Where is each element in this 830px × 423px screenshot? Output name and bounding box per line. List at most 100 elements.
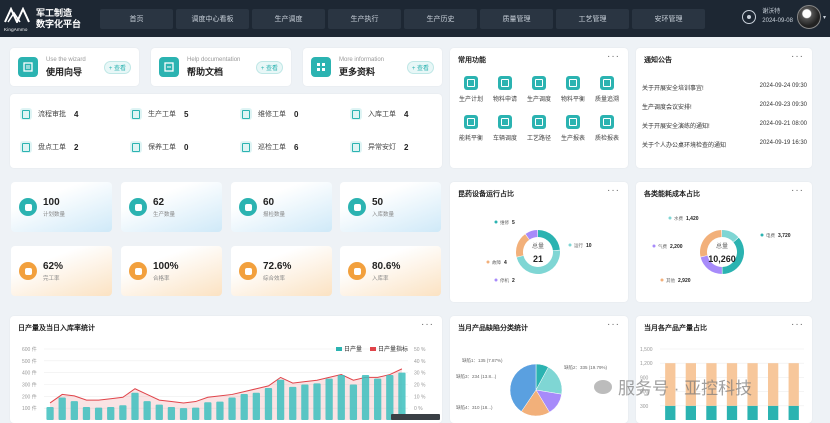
output-bar[interactable] xyxy=(58,397,66,420)
avatar[interactable] xyxy=(796,5,821,29)
output-bar[interactable] xyxy=(301,384,309,421)
output-bar[interactable] xyxy=(349,384,358,421)
output-bar[interactable] xyxy=(361,375,370,420)
help-subtitle: Help documentation xyxy=(187,56,241,63)
output-bar[interactable] xyxy=(107,406,115,420)
product-bar-segment[interactable] xyxy=(747,405,758,420)
y-tick-right: 30 % xyxy=(414,371,426,377)
output-bar[interactable] xyxy=(70,401,78,420)
product-bar-segment[interactable] xyxy=(726,405,738,420)
more-info-card[interactable]: More information 更多资料 + 查看 xyxy=(303,48,442,86)
output-bar[interactable] xyxy=(398,372,406,420)
donut-slice[interactable] xyxy=(722,230,739,242)
output-bar[interactable] xyxy=(276,379,285,420)
output-bar[interactable] xyxy=(204,402,212,420)
product-bar-segment[interactable] xyxy=(788,363,799,406)
help-view-button[interactable]: + 查看 xyxy=(255,60,283,74)
product-bar-segment[interactable] xyxy=(665,405,676,420)
work-order-label: 保养工单 xyxy=(148,144,176,151)
document-icon xyxy=(350,141,362,153)
output-bar[interactable] xyxy=(325,378,333,420)
legend-dot xyxy=(494,220,498,224)
y-tick: 1,500 xyxy=(640,347,653,353)
work-order-item[interactable]: 入库工单 4 xyxy=(350,108,408,120)
function-material-request[interactable]: 物料申请 xyxy=(488,76,522,103)
output-bar[interactable] xyxy=(82,406,91,420)
work-order-item[interactable]: 维修工单 0 xyxy=(240,108,298,120)
notice-item[interactable]: 关于开展安全培训事宜! 2024-09-24 09:30 xyxy=(642,83,807,92)
product-bar-segment[interactable] xyxy=(788,405,799,420)
nav-production-history[interactable]: 生产历史 xyxy=(404,8,477,29)
output-bar[interactable] xyxy=(94,407,103,420)
function-production-plan[interactable]: 生产计划 xyxy=(454,76,488,103)
output-bar[interactable] xyxy=(131,392,139,420)
function-label: 物料平衡 xyxy=(560,97,585,103)
nav-dispatch-board[interactable]: 调度中心看板 xyxy=(176,8,249,29)
function-production-report[interactable]: 生产报表 xyxy=(556,115,590,142)
work-order-item[interactable]: 生产工单 5 xyxy=(130,108,188,120)
user-icon[interactable] xyxy=(742,10,757,24)
product-share-chart: 1,5001,200900600300 xyxy=(640,347,804,420)
work-order-item[interactable]: 保养工单 0 xyxy=(130,141,188,153)
legend-swatch xyxy=(336,347,342,351)
slice-label: 水费 xyxy=(674,215,683,222)
document-icon xyxy=(130,141,142,153)
function-label: 生产计划 xyxy=(458,97,483,103)
output-bar[interactable] xyxy=(252,392,260,420)
product-bar-segment[interactable] xyxy=(685,405,696,420)
output-bar[interactable] xyxy=(337,375,345,420)
stat-value: 80.6% xyxy=(372,260,401,272)
output-bar[interactable] xyxy=(228,397,236,420)
wizard-view-button[interactable]: + 查看 xyxy=(103,60,131,74)
y-tick-right: 0 % xyxy=(414,406,423,412)
notice-date: 2024-09-21 08:00 xyxy=(759,121,807,127)
output-bar[interactable] xyxy=(179,408,188,420)
function-inspection-report[interactable]: 质检报表 xyxy=(590,115,624,142)
product-bar-segment[interactable] xyxy=(768,363,779,406)
nav-production-scheduling[interactable]: 生产调度 xyxy=(252,8,325,29)
notice-item[interactable]: 关于开展安全演练的通知! 2024-09-21 08:00 xyxy=(642,121,807,130)
nav-safety[interactable]: 安环管理 xyxy=(632,8,705,29)
output-bar[interactable] xyxy=(216,401,224,420)
help-card[interactable]: Help documentation 帮助文档 + 查看 xyxy=(151,48,291,86)
product-bar-segment[interactable] xyxy=(768,405,779,420)
work-order-item[interactable]: 流程审批 4 xyxy=(20,108,78,120)
horizontal-scrollbar[interactable] xyxy=(391,414,440,420)
work-order-item[interactable]: 盘点工单 2 xyxy=(20,141,78,153)
function-process-route[interactable]: 工艺路径 xyxy=(522,115,556,142)
work-order-item[interactable]: 异常安灯 2 xyxy=(350,141,408,153)
nav-production-execution[interactable]: 生产执行 xyxy=(328,8,401,29)
output-bar[interactable] xyxy=(289,386,297,420)
notice-item[interactable]: 关于个人办公桌环境检查的通知 2024-09-19 16:30 xyxy=(642,140,807,149)
function-icon xyxy=(532,115,546,129)
nav-home[interactable]: 首页 xyxy=(100,8,173,29)
output-bar[interactable] xyxy=(46,406,54,420)
function-energy-balance[interactable]: 能耗平衡 xyxy=(454,115,488,142)
work-order-item[interactable]: 巡检工单 6 xyxy=(240,141,298,153)
legend-dot xyxy=(668,216,672,220)
output-bar[interactable] xyxy=(374,378,382,420)
output-bar[interactable] xyxy=(240,393,248,420)
output-bar[interactable] xyxy=(192,407,200,420)
chevron-down-icon[interactable]: ▾ xyxy=(823,14,826,21)
stat-label: 报检数量 xyxy=(263,211,286,218)
output-bar[interactable] xyxy=(155,404,163,420)
nav-process[interactable]: 工艺管理 xyxy=(556,8,629,29)
output-bar[interactable] xyxy=(119,405,127,420)
output-bar[interactable] xyxy=(167,406,176,420)
output-bar[interactable] xyxy=(313,383,321,420)
output-bar[interactable] xyxy=(143,401,151,420)
product-bar-segment[interactable] xyxy=(706,405,717,420)
function-vehicle-dispatch[interactable]: 车辆调度 xyxy=(488,115,522,142)
nav-quality[interactable]: 质量管理 xyxy=(480,8,553,29)
function-material-balance[interactable]: 物料平衡 xyxy=(556,76,590,103)
notice-item[interactable]: 生产调度会议安排! 2024-09-23 09:30 xyxy=(642,102,807,111)
donut-slice[interactable] xyxy=(516,234,530,257)
output-bar[interactable] xyxy=(264,388,273,420)
function-quality-trace[interactable]: 质量追溯 xyxy=(590,76,624,103)
wizard-card[interactable]: Use the wizard 使用向导 + 查看 xyxy=(10,48,139,86)
more-info-view-button[interactable]: + 查看 xyxy=(406,60,434,74)
more-icon[interactable]: ··· xyxy=(791,51,804,62)
function-production-dispatch[interactable]: 生产调度 xyxy=(522,76,556,103)
more-icon[interactable]: ··· xyxy=(607,51,620,62)
